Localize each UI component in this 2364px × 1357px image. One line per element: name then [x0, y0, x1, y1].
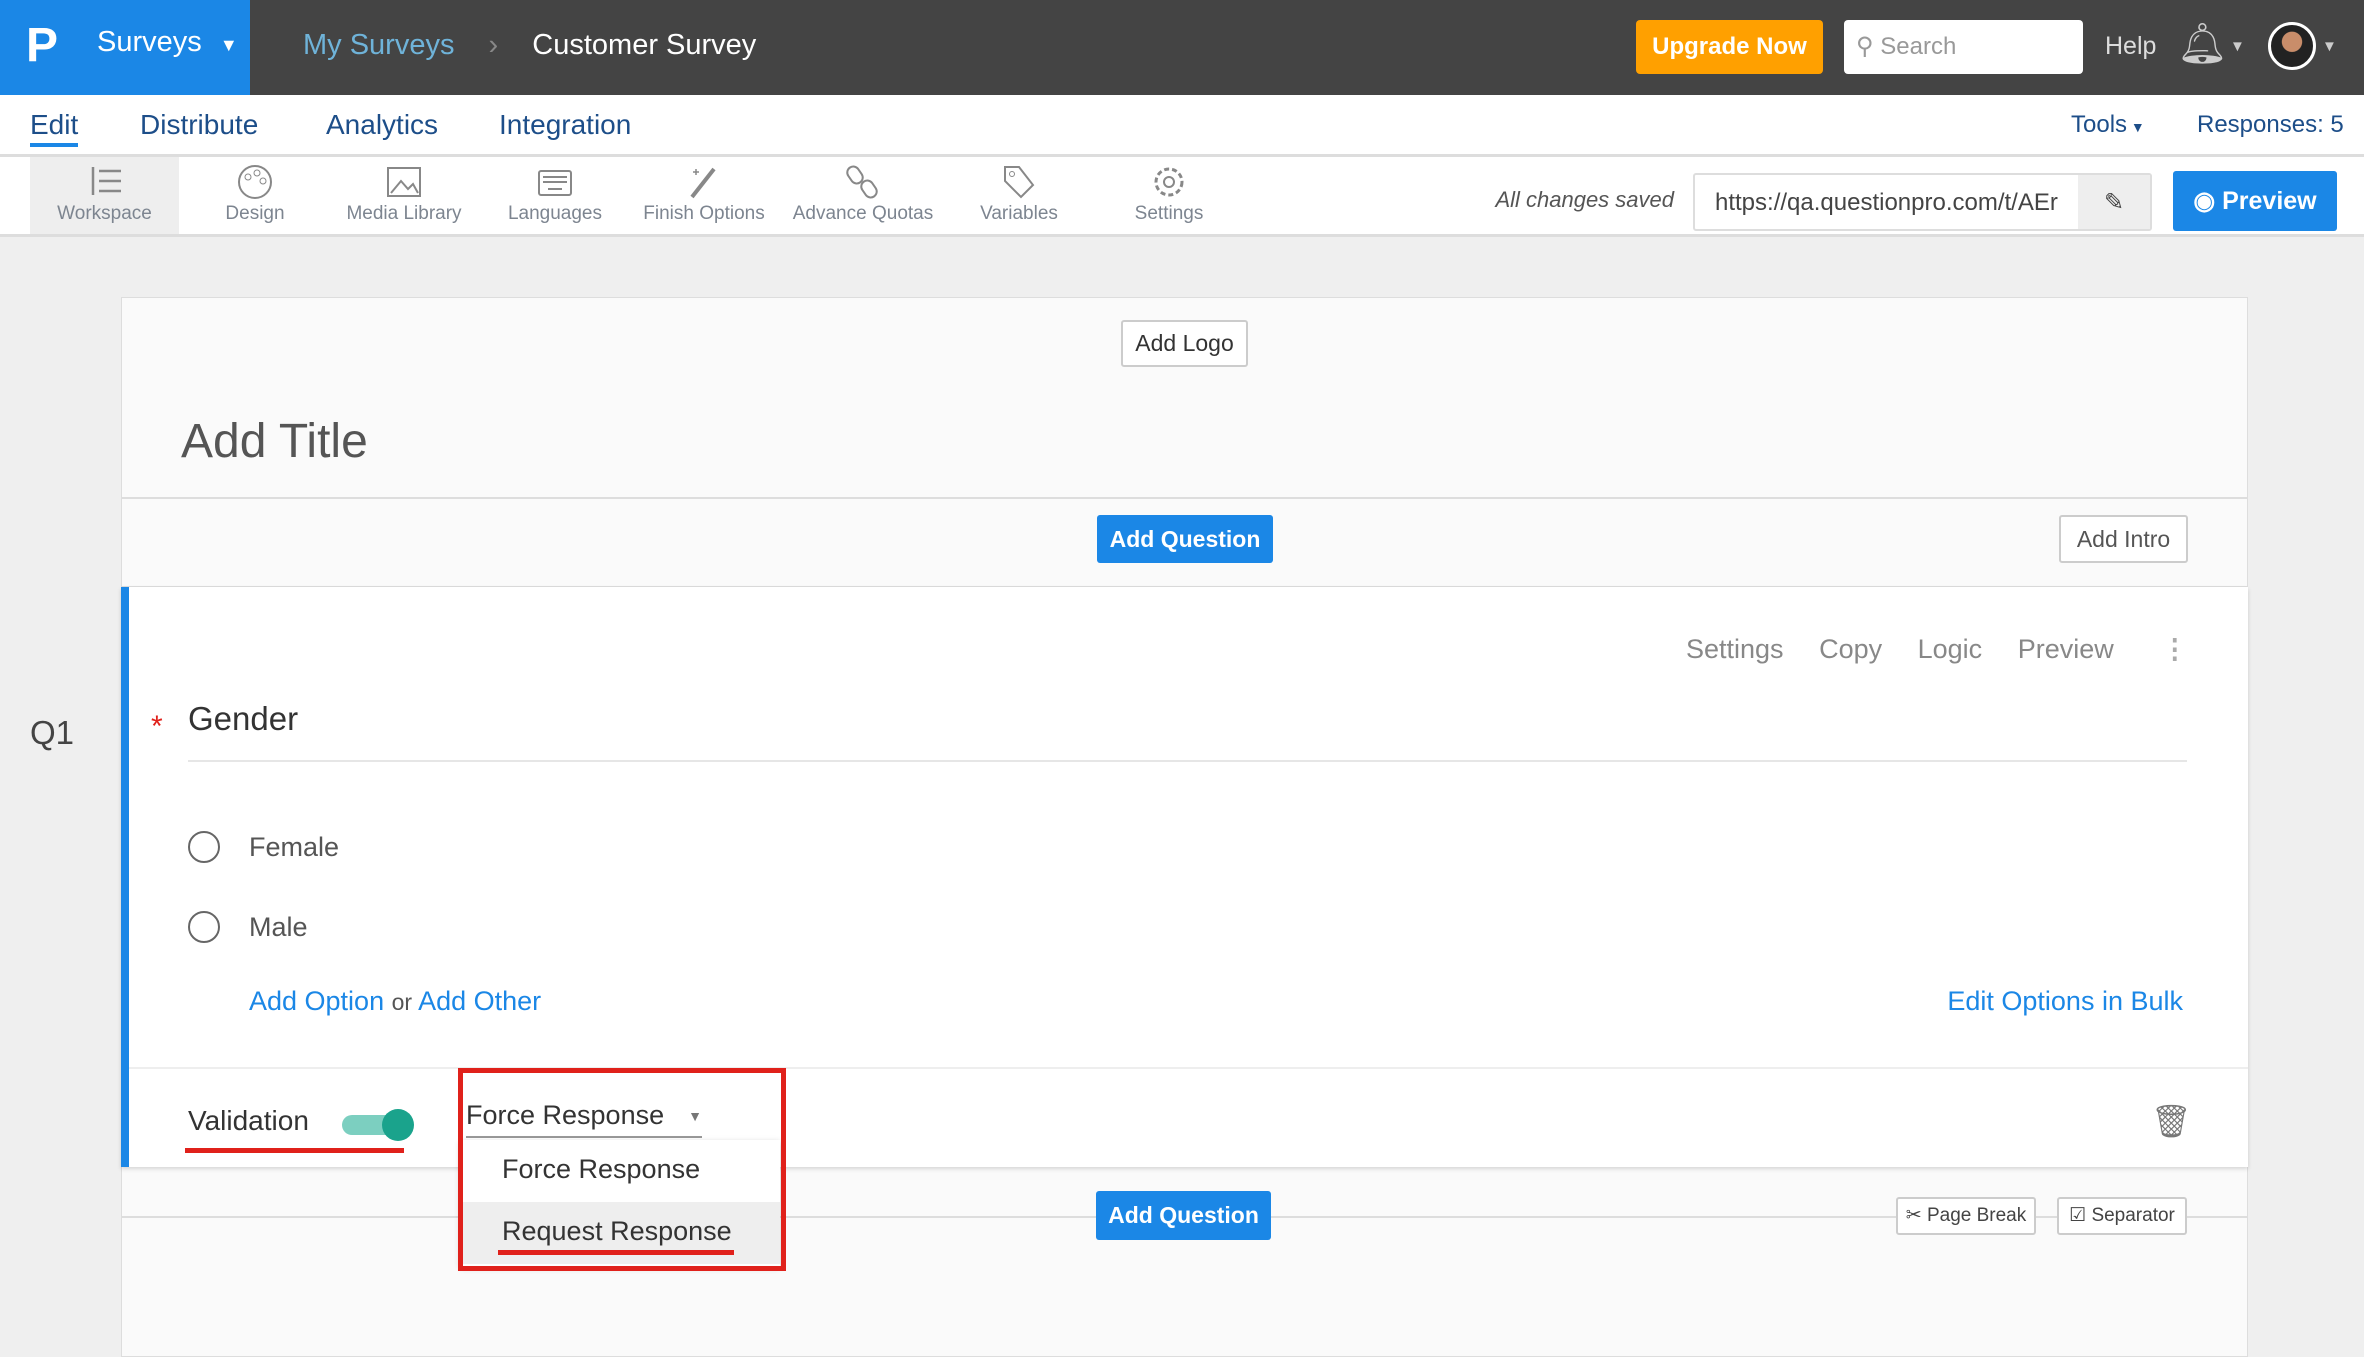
breadcrumb: My Surveys › Customer Survey	[303, 29, 756, 62]
toolbar-label: Workspace	[57, 203, 152, 224]
toolbar-media-library[interactable]: Media Library	[329, 157, 479, 234]
surveys-menu[interactable]: Surveys ▼	[97, 26, 238, 59]
question-copy-link[interactable]: Copy	[1819, 634, 1882, 664]
avatar[interactable]	[2268, 22, 2316, 70]
page-break-label: Page Break	[1926, 1205, 2027, 1226]
preview-label: Preview	[2222, 187, 2317, 215]
page-break-icon: ✂	[1905, 1205, 1922, 1226]
preview-button[interactable]: ◉ Preview	[2173, 171, 2337, 231]
divider	[129, 1067, 2248, 1069]
search-placeholder: Search	[1880, 33, 1957, 60]
validation-label: Validation	[188, 1105, 309, 1136]
question-card: Settings Copy Logic Preview ⋮ * Gender F…	[121, 587, 2248, 1167]
breadcrumb-my-surveys[interactable]: My Surveys	[303, 29, 454, 61]
add-question-button-bottom[interactable]: Add Question	[1096, 1191, 1271, 1240]
surveys-label: Surveys	[97, 26, 202, 58]
add-question-bar: Add Question Add Intro	[122, 497, 2247, 588]
toolbar-label: Finish Options	[643, 203, 765, 224]
eye-icon: ◉	[2193, 187, 2216, 215]
add-question-button[interactable]: Add Question	[1097, 515, 1273, 563]
dropdown-highlight-box	[458, 1068, 786, 1271]
or-text: or	[391, 989, 413, 1015]
toolbar-finish-options[interactable]: Finish Options	[629, 157, 779, 234]
survey-title[interactable]: Add Title	[181, 414, 368, 469]
toolbar-variables[interactable]: Variables	[944, 157, 1094, 234]
question-logic-link[interactable]: Logic	[1918, 634, 1983, 664]
toolbar-label: Advance Quotas	[792, 203, 934, 224]
question-number: Q1	[30, 714, 75, 751]
edit-options-bulk-link[interactable]: Edit Options in Bulk	[1939, 986, 2183, 1017]
survey-url-field[interactable]: https://qa.questionpro.com/t/AEr ✎	[1693, 173, 2152, 231]
question-text[interactable]: Gender	[188, 700, 2187, 762]
responses-count[interactable]: Responses: 5	[2197, 111, 2344, 139]
tab-integration[interactable]: Integration	[499, 109, 631, 141]
magic-wand-icon	[690, 167, 716, 199]
tab-distribute[interactable]: Distribute	[140, 109, 258, 141]
edit-pencil-icon[interactable]: ✎	[2078, 175, 2150, 229]
toolbar-workspace[interactable]: Workspace	[30, 157, 179, 234]
section-nav: Edit Distribute Analytics Integration To…	[0, 95, 2364, 157]
breadcrumb-current: Customer Survey	[532, 29, 757, 61]
toolbar-label: Media Library	[346, 203, 462, 224]
validation-highlight-underline	[185, 1148, 404, 1153]
toolbar-label: Settings	[1134, 203, 1204, 224]
image-icon	[387, 167, 421, 197]
tag-icon	[1004, 166, 1035, 199]
survey-url: https://qa.questionpro.com/t/AEr	[1715, 189, 2058, 216]
question-actions: Settings Copy Logic Preview ⋮	[1686, 634, 2188, 665]
add-intro-button[interactable]: Add Intro	[2059, 515, 2188, 563]
toolbar-advance-quotas[interactable]: Advance Quotas	[778, 157, 948, 234]
toolbar-label: Variables	[980, 203, 1058, 224]
caret-down-icon: ▼	[2127, 119, 2145, 135]
separator-button[interactable]: ☑ Separator	[2057, 1197, 2187, 1235]
link-icon	[846, 165, 878, 199]
save-status: All changes saved	[1495, 187, 1674, 212]
option-female[interactable]: Female	[188, 831, 339, 863]
gear-icon	[1154, 167, 1184, 197]
caret-down-icon[interactable]: ▼	[2322, 38, 2337, 55]
tools-menu[interactable]: Tools ▼	[2071, 111, 2145, 139]
toolbar-languages[interactable]: Languages	[480, 157, 630, 234]
more-options-icon[interactable]: ⋮	[2161, 634, 2188, 664]
option-label: Female	[249, 831, 340, 862]
option-male[interactable]: Male	[188, 911, 308, 943]
required-asterisk: *	[151, 710, 163, 743]
add-option-row: Add Option or Add Other	[249, 986, 541, 1017]
notifications-bell-icon[interactable]: 🔔︎	[2177, 20, 2228, 67]
radio-button[interactable]	[188, 831, 220, 863]
radio-button[interactable]	[188, 911, 220, 943]
toolbar-settings[interactable]: Settings	[1094, 157, 1244, 234]
separator-label: Separator	[2091, 1205, 2175, 1226]
logo[interactable]: P	[26, 18, 58, 73]
workspace-icon	[91, 167, 121, 195]
toolbar: Workspace Design Media Library Languages…	[0, 157, 2364, 237]
question-settings-link[interactable]: Settings	[1686, 634, 1784, 664]
page-break-button[interactable]: ✂ Page Break	[1896, 1197, 2036, 1235]
question-preview-link[interactable]: Preview	[2018, 634, 2114, 664]
add-logo-button[interactable]: Add Logo	[1121, 320, 1248, 367]
checkbox-icon: ☑	[2069, 1205, 2087, 1226]
tab-analytics[interactable]: Analytics	[326, 109, 438, 141]
add-option-link[interactable]: Add Option	[249, 986, 384, 1016]
toolbar-label: Languages	[507, 203, 603, 224]
keyboard-icon	[538, 170, 572, 196]
toolbar-design[interactable]: Design	[180, 157, 330, 234]
delete-trash-icon[interactable]: 🗑︎	[2151, 1102, 2192, 1140]
chevron-right-icon: ›	[488, 29, 499, 61]
top-bar: P Surveys ▼ My Surveys › Customer Survey…	[0, 0, 2364, 95]
help-link[interactable]: Help	[2105, 32, 2156, 61]
brand-area: P Surveys ▼	[0, 0, 250, 95]
validation-toggle[interactable]	[342, 1109, 414, 1141]
option-label: Male	[249, 911, 308, 942]
caret-down-icon[interactable]: ▼	[2230, 38, 2245, 55]
search-icon: ⚲	[1856, 33, 1874, 60]
upgrade-button[interactable]: Upgrade Now	[1636, 20, 1823, 74]
search-input[interactable]: ⚲ Search	[1844, 20, 2083, 74]
tools-label: Tools	[2071, 111, 2128, 138]
tab-edit[interactable]: Edit	[30, 109, 79, 147]
toolbar-label: Design	[225, 203, 285, 224]
add-other-link[interactable]: Add Other	[418, 986, 541, 1016]
palette-icon	[238, 165, 272, 199]
caret-down-icon: ▼	[219, 35, 238, 55]
